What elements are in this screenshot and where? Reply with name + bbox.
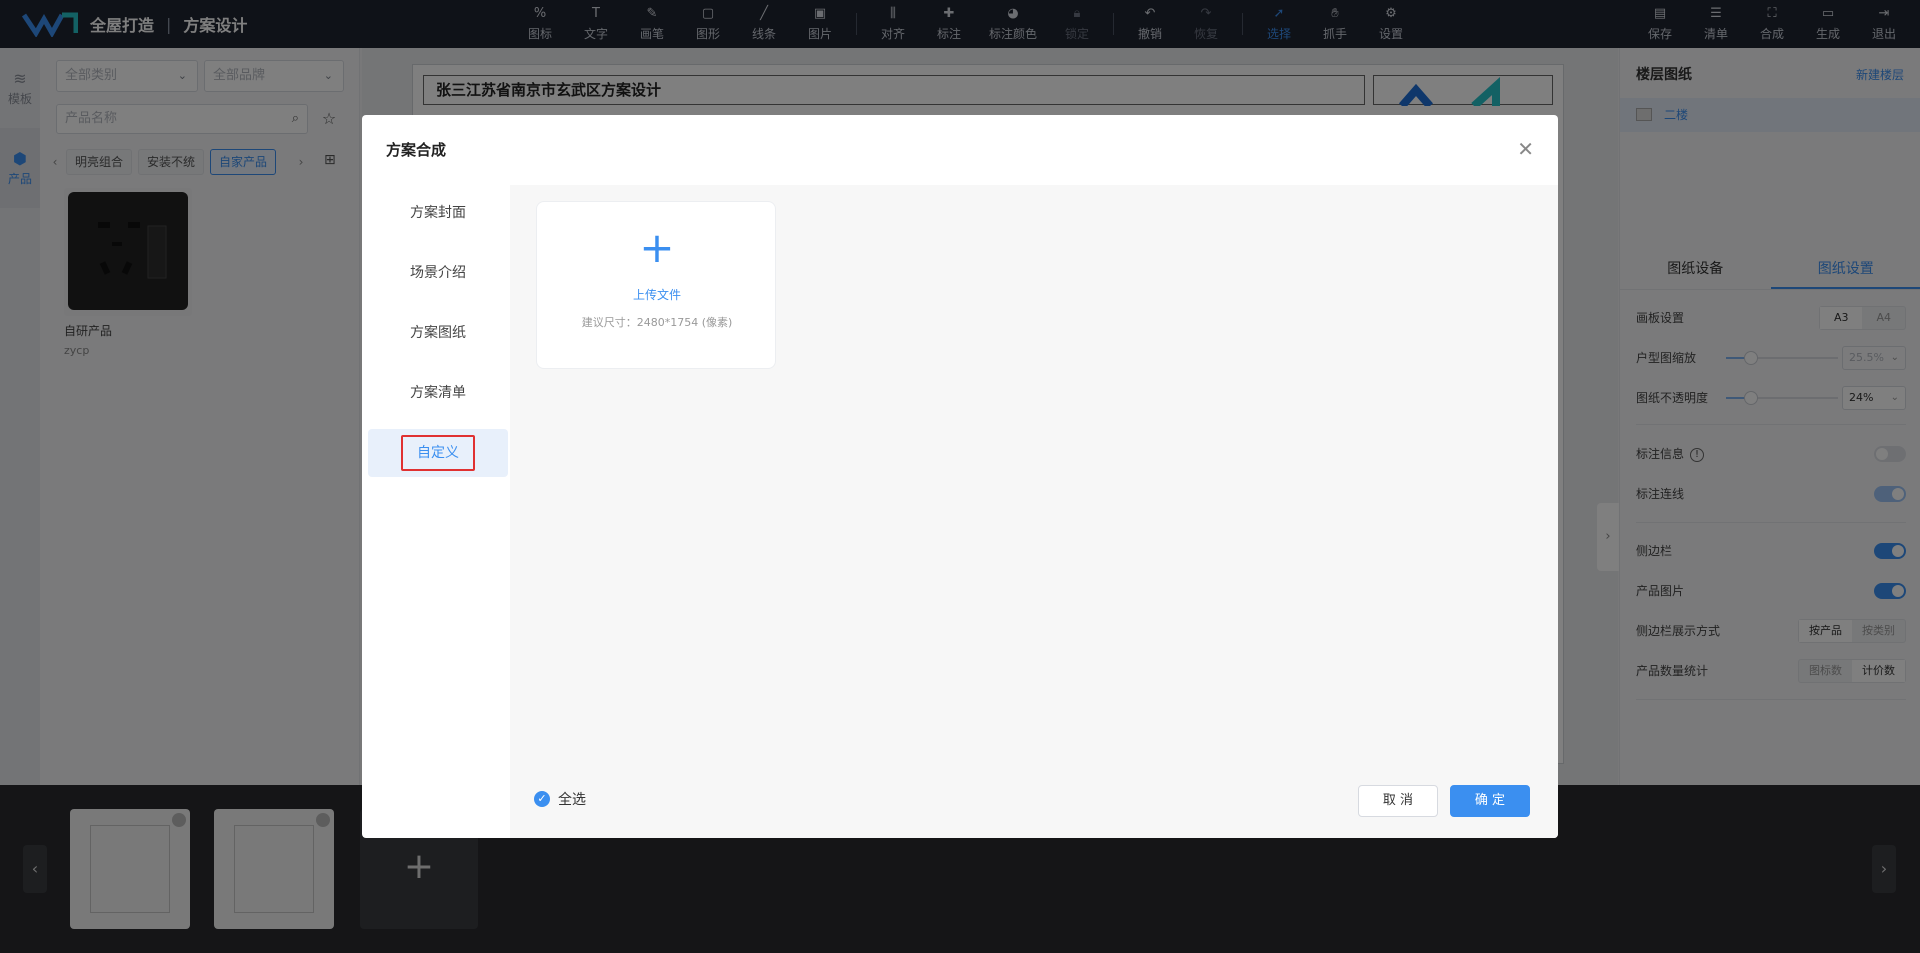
nav-item-drawings[interactable]: 方案图纸 [368,309,508,357]
nav-item-cover[interactable]: 方案封面 [368,189,508,237]
cancel-button[interactable]: 取 消 [1358,785,1438,817]
dialog-title: 方案合成 [386,141,447,159]
nav-item-scene-intro[interactable]: 场景介绍 [368,249,508,297]
highlight-box: 自定义 [401,435,475,471]
select-all-checkbox[interactable]: ✓ 全选 [534,789,586,809]
upload-file-card[interactable]: + 上传文件 建议尺寸：2480*1754 (像素) [536,201,776,369]
upload-hint: 建议尺寸：2480*1754 (像素) [581,316,733,329]
check-icon: ✓ [534,791,550,807]
nav-item-list[interactable]: 方案清单 [368,369,508,417]
compose-dialog: 方案合成 ✕ 方案封面 场景介绍 方案图纸 方案清单 自定义 + 上传文件 建议… [362,115,1558,838]
dialog-nav: 方案封面 场景介绍 方案图纸 方案清单 自定义 [362,185,510,838]
nav-item-custom[interactable]: 自定义 [368,429,508,477]
plus-icon: + [639,223,675,272]
dialog-content: + 上传文件 建议尺寸：2480*1754 (像素) ✓ 全选 取 消 确 定 [510,185,1558,838]
confirm-button[interactable]: 确 定 [1450,785,1530,817]
close-icon[interactable]: ✕ [1517,137,1534,161]
upload-label: 上传文件 [632,288,681,302]
